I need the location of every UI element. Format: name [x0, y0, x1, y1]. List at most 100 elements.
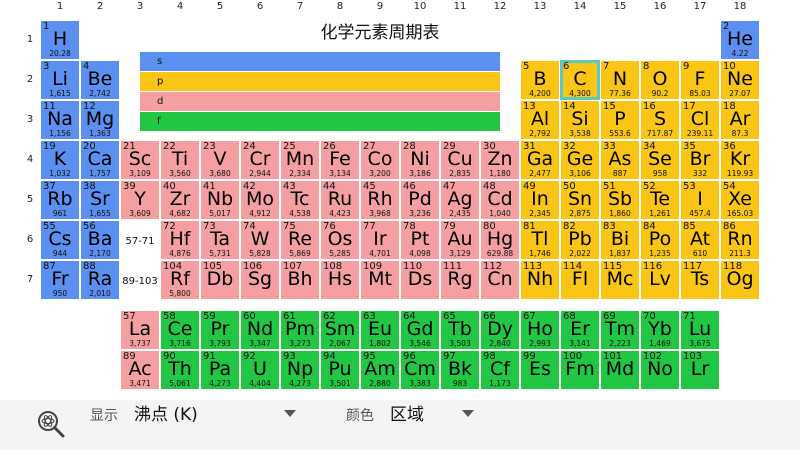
element-cell-eu[interactable]: 63 Eu 1,802	[360, 310, 400, 350]
element-cell-li[interactable]: 3 Li 1,615	[40, 60, 80, 100]
element-cell-tc[interactable]: 43 Tc 4,538	[280, 180, 320, 220]
element-cell-sb[interactable]: 51 Sb 1,860	[600, 180, 640, 220]
element-cell-yb[interactable]: 70 Yb 1,469	[640, 310, 680, 350]
element-cell-ga[interactable]: 31 Ga 2,477	[520, 140, 560, 180]
element-cell-dy[interactable]: 66 Dy 2,840	[480, 310, 520, 350]
element-cell-ge[interactable]: 32 Ge 3,106	[560, 140, 600, 180]
element-cell-sc[interactable]: 21 Sc 3,109	[120, 140, 160, 180]
element-cell-bi[interactable]: 83 Bi 1,837	[600, 220, 640, 260]
element-cell-np[interactable]: 93 Np 4,273	[280, 350, 320, 390]
magnifier-atom-icon[interactable]	[36, 409, 66, 439]
element-cell-fl[interactable]: 114 Fl	[560, 260, 600, 300]
element-cell-sr[interactable]: 38 Sr 1,655	[80, 180, 120, 220]
element-cell-sm[interactable]: 62 Sm 2,067	[320, 310, 360, 350]
element-cell-tm[interactable]: 69 Tm 2,223	[600, 310, 640, 350]
element-cell-pr[interactable]: 59 Pr 3,793	[200, 310, 240, 350]
element-cell-n[interactable]: 7 N 77.36	[600, 60, 640, 100]
element-cell-md[interactable]: 101 Md	[600, 350, 640, 390]
element-cell-po[interactable]: 84 Po 1,235	[640, 220, 680, 260]
element-cell-nd[interactable]: 60 Nd 3,347	[240, 310, 280, 350]
element-cell-rf[interactable]: 104 Rf 5,800	[160, 260, 200, 300]
element-cell-mo[interactable]: 42 Mo 4,912	[240, 180, 280, 220]
element-cell-i[interactable]: 53 I 457.4	[680, 180, 720, 220]
element-cell-w[interactable]: 74 W 5,828	[240, 220, 280, 260]
element-cell-au[interactable]: 79 Au 3,129	[440, 220, 480, 260]
element-cell-lr[interactable]: 103 Lr	[680, 350, 720, 390]
element-cell-ce[interactable]: 58 Ce 3,716	[160, 310, 200, 350]
element-cell-ac[interactable]: 89 Ac 3,471	[120, 350, 160, 390]
element-cell-es[interactable]: 99 Es	[520, 350, 560, 390]
element-cell-ne[interactable]: 10 Ne 27.07	[720, 60, 760, 100]
element-cell-se[interactable]: 34 Se 958	[640, 140, 680, 180]
element-cell-mg[interactable]: 12 Mg 1,363	[80, 100, 120, 140]
element-cell-ts[interactable]: 117 Ts	[680, 260, 720, 300]
element-cell-rb[interactable]: 37 Rb 961	[40, 180, 80, 220]
element-cell-mt[interactable]: 109 Mt	[360, 260, 400, 300]
element-cell-in[interactable]: 49 In 2,345	[520, 180, 560, 220]
element-cell-cr[interactable]: 24 Cr 2,944	[240, 140, 280, 180]
element-cell-zn[interactable]: 30 Zn 1,180	[480, 140, 520, 180]
element-cell-er[interactable]: 68 Er 3,141	[560, 310, 600, 350]
element-cell-y[interactable]: 39 Y 3,609	[120, 180, 160, 220]
element-cell-ta[interactable]: 73 Ta 5,731	[200, 220, 240, 260]
element-cell-pa[interactable]: 91 Pa 4,273	[200, 350, 240, 390]
element-cell-db[interactable]: 105 Db	[200, 260, 240, 300]
element-cell-pm[interactable]: 61 Pm 3,273	[280, 310, 320, 350]
element-cell-ds[interactable]: 110 Ds	[400, 260, 440, 300]
element-cell-co[interactable]: 27 Co 3,200	[360, 140, 400, 180]
element-cell-v[interactable]: 23 V 3,680	[200, 140, 240, 180]
element-cell-ar[interactable]: 18 Ar 87.3	[720, 100, 760, 140]
element-cell-cs[interactable]: 55 Cs 944	[40, 220, 80, 260]
element-cell-si[interactable]: 14 Si 3,538	[560, 100, 600, 140]
element-cell-sn[interactable]: 50 Sn 2,875	[560, 180, 600, 220]
element-cell-pt[interactable]: 78 Pt 4,098	[400, 220, 440, 260]
element-cell-ni[interactable]: 28 Ni 3,186	[400, 140, 440, 180]
display-dropdown[interactable]: 沸点 (K)	[134, 404, 198, 426]
element-cell-hf[interactable]: 72 Hf 4,876	[160, 220, 200, 260]
element-cell-tl[interactable]: 81 Tl 1,746	[520, 220, 560, 260]
element-cell-b[interactable]: 5 B 4,200	[520, 60, 560, 100]
element-cell-pd[interactable]: 46 Pd 3,236	[400, 180, 440, 220]
element-cell-cd[interactable]: 48 Cd 1,040	[480, 180, 520, 220]
element-cell-th[interactable]: 90 Th 5,061	[160, 350, 200, 390]
element-cell-ba[interactable]: 56 Ba 2,170	[80, 220, 120, 260]
element-cell-nh[interactable]: 113 Nh	[520, 260, 560, 300]
element-cell-lu[interactable]: 71 Lu 3,675	[680, 310, 720, 350]
element-cell-ca[interactable]: 20 Ca 1,757	[80, 140, 120, 180]
element-cell-s[interactable]: 16 S 717.87	[640, 100, 680, 140]
element-cell-at[interactable]: 85 At 610	[680, 220, 720, 260]
element-cell-zr[interactable]: 40 Zr 4,682	[160, 180, 200, 220]
element-cell-br[interactable]: 35 Br 332	[680, 140, 720, 180]
element-cell-sg[interactable]: 106 Sg	[240, 260, 280, 300]
element-cell-og[interactable]: 118 Og	[720, 260, 760, 300]
element-cell-he[interactable]: 2 He 4.22	[720, 20, 760, 60]
element-cell-fr[interactable]: 87 Fr 950	[40, 260, 80, 300]
element-cell-rn[interactable]: 86 Rn 211.3	[720, 220, 760, 260]
element-cell-pu[interactable]: 94 Pu 3,501	[320, 350, 360, 390]
element-cell-la[interactable]: 57 La 3,737	[120, 310, 160, 350]
element-cell-mn[interactable]: 25 Mn 2,334	[280, 140, 320, 180]
element-cell-gd[interactable]: 64 Gd 3,546	[400, 310, 440, 350]
element-cell-be[interactable]: 4 Be 2,742	[80, 60, 120, 100]
element-cell-cm[interactable]: 96 Cm 3,383	[400, 350, 440, 390]
element-cell-os[interactable]: 76 Os 5,285	[320, 220, 360, 260]
element-cell-bk[interactable]: 97 Bk 983	[440, 350, 480, 390]
element-cell-fe[interactable]: 26 Fe 3,134	[320, 140, 360, 180]
element-cell-te[interactable]: 52 Te 1,261	[640, 180, 680, 220]
element-cell-kr[interactable]: 36 Kr 119.93	[720, 140, 760, 180]
element-cell-u[interactable]: 92 U 4,404	[240, 350, 280, 390]
element-cell-rh[interactable]: 45 Rh 3,968	[360, 180, 400, 220]
element-cell-cu[interactable]: 29 Cu 2,835	[440, 140, 480, 180]
color-dropdown-chevron-icon[interactable]	[462, 410, 474, 417]
element-cell-o[interactable]: 8 O 90.2	[640, 60, 680, 100]
element-cell-xe[interactable]: 54 Xe 165.03	[720, 180, 760, 220]
element-cell-as[interactable]: 33 As 887	[600, 140, 640, 180]
element-cell-cn[interactable]: 112 Cn	[480, 260, 520, 300]
element-cell-na[interactable]: 11 Na 1,156	[40, 100, 80, 140]
element-cell-ag[interactable]: 47 Ag 2,435	[440, 180, 480, 220]
element-cell-f[interactable]: 9 F 85.03	[680, 60, 720, 100]
element-cell-cf[interactable]: 98 Cf 1,173	[480, 350, 520, 390]
element-cell-rg[interactable]: 111 Rg	[440, 260, 480, 300]
element-cell-ir[interactable]: 77 Ir 4,701	[360, 220, 400, 260]
element-cell-am[interactable]: 95 Am 2,880	[360, 350, 400, 390]
